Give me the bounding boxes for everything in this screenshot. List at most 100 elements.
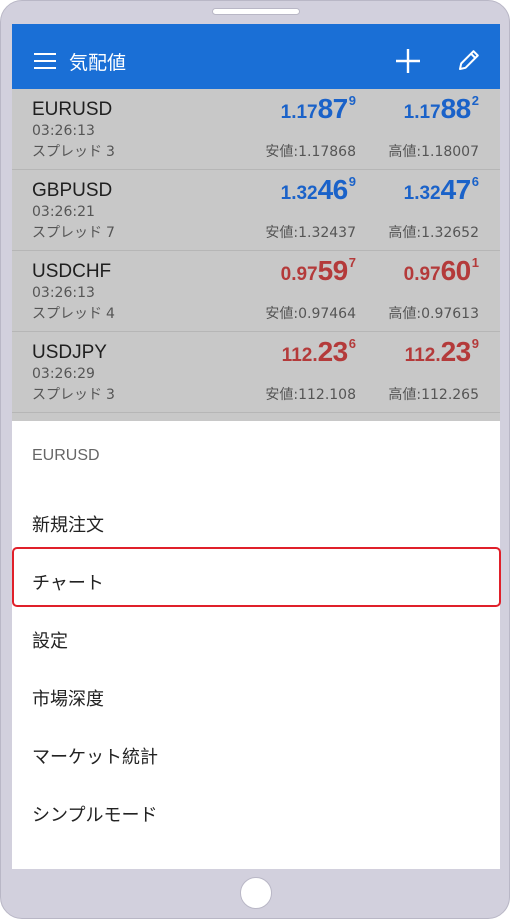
menu-item-chart[interactable]: チャート	[12, 551, 500, 609]
menu-item-label: シンプルモード	[32, 805, 158, 826]
bid-price-prefix: 0.97	[280, 264, 318, 285]
menu-item-market-statistics[interactable]: マーケット統計	[12, 725, 500, 783]
quote-row-eurusd[interactable]: EURUSD 03:26:13 スプレッド 3 1.17879 1.17882 安値:1.1…	[12, 89, 500, 170]
app-bar: 気配値	[12, 24, 500, 89]
ask-price-pips: 23	[440, 336, 472, 367]
menu-item-simple-mode[interactable]: シンプルモード	[12, 783, 500, 841]
low-price: 安値:1.32437	[265, 222, 356, 242]
ask-price[interactable]: 1.32476	[404, 174, 479, 206]
high-value: 1.32652	[421, 225, 479, 241]
menu-item-settings[interactable]: 設定	[12, 609, 500, 667]
spread-value: 3	[106, 144, 115, 160]
context-menu-header: EURUSD	[32, 447, 100, 464]
bid-price-prefix: 1.32	[280, 183, 318, 204]
bid-price-prefix: 1.17	[280, 102, 318, 123]
high-label: 高値:	[388, 144, 422, 160]
bid-price-point: 6	[348, 336, 356, 351]
home-button[interactable]	[240, 877, 272, 909]
high-label: 高値:	[388, 225, 422, 241]
symbol-name: USDCHF	[32, 261, 112, 282]
ask-price-pips: 88	[440, 93, 472, 124]
ask-price-pips: 60	[440, 255, 472, 286]
spread-value: 7	[106, 225, 115, 241]
menu-item-label: チャート	[32, 573, 104, 594]
ask-price-prefix: 0.97	[403, 264, 441, 285]
low-label: 安値:	[265, 225, 299, 241]
ask-price-prefix: 112.	[404, 345, 441, 366]
low-price: 安値:112.108	[265, 384, 356, 404]
plus-icon[interactable]	[395, 48, 421, 74]
spread-value: 4	[106, 306, 115, 322]
low-label: 安値:	[265, 387, 299, 403]
high-price: 高値:112.265	[388, 384, 479, 404]
bid-price-point: 9	[348, 174, 356, 189]
bid-price[interactable]: 0.97597	[281, 255, 356, 287]
bid-price[interactable]: 1.32469	[281, 174, 356, 206]
menu-item-label: 新規注文	[32, 515, 104, 536]
menu-item-new-order[interactable]: 新規注文	[12, 493, 500, 551]
bid-price-point: 7	[348, 255, 356, 270]
ask-price-prefix: 1.32	[403, 183, 441, 204]
pencil-icon[interactable]	[457, 48, 481, 72]
quote-time: 03:26:13	[32, 123, 95, 139]
page-title: 気配値	[69, 52, 127, 74]
spread-text: スプレッド 7	[32, 222, 115, 242]
high-value: 1.18007	[421, 144, 479, 160]
spread-label: スプレッド	[32, 387, 102, 403]
low-label: 安値:	[265, 306, 299, 322]
quote-row-gbpusd[interactable]: GBPUSD 03:26:21 スプレッド 7 1.32469 1.32476 安値:1.3…	[12, 170, 500, 251]
bid-price-pips: 46	[317, 174, 349, 205]
ask-price-point: 6	[471, 174, 479, 189]
ask-price[interactable]: 0.97601	[404, 255, 479, 287]
bid-price[interactable]: 112.236	[282, 336, 356, 368]
high-value: 0.97613	[421, 306, 479, 322]
bid-price-pips: 87	[317, 93, 349, 124]
menu-item-label: 設定	[32, 631, 68, 652]
quote-row-usdchf[interactable]: USDCHF 03:26:13 スプレッド 4 0.97597 0.97601 安値:0.9…	[12, 251, 500, 332]
hamburger-menu-icon[interactable]	[34, 53, 56, 69]
ask-price[interactable]: 112.239	[405, 336, 479, 368]
quote-time: 03:26:13	[32, 285, 95, 301]
bid-price[interactable]: 1.17879	[281, 93, 356, 125]
spread-value: 3	[106, 387, 115, 403]
spread-label: スプレッド	[32, 225, 102, 241]
low-value: 112.108	[298, 387, 356, 403]
low-value: 1.32437	[298, 225, 356, 241]
high-label: 高値:	[388, 387, 422, 403]
spread-label: スプレッド	[32, 306, 102, 322]
spread-text: スプレッド 3	[32, 141, 115, 161]
symbol-name: GBPUSD	[32, 180, 113, 201]
low-price: 安値:0.97464	[265, 303, 356, 323]
context-menu: EURUSD 新規注文 チャート 設定 市場深度 マーケット統計 シンプルモード	[12, 421, 500, 869]
high-price: 高値:1.32652	[388, 222, 479, 242]
ask-price-point: 2	[471, 93, 479, 108]
high-price: 高値:1.18007	[388, 141, 479, 161]
bid-price-pips: 23	[317, 336, 349, 367]
spread-text: スプレッド 3	[32, 384, 115, 404]
spread-text: スプレッド 4	[32, 303, 115, 323]
bid-price-point: 9	[348, 93, 356, 108]
menu-item-label: マーケット統計	[32, 747, 158, 768]
high-label: 高値:	[388, 306, 422, 322]
ask-price-prefix: 1.17	[403, 102, 441, 123]
spread-label: スプレッド	[32, 144, 102, 160]
phone-speaker	[212, 8, 300, 15]
ask-price-pips: 47	[440, 174, 472, 205]
bid-price-pips: 59	[317, 255, 349, 286]
low-value: 0.97464	[298, 306, 356, 322]
quote-time: 03:26:21	[32, 204, 95, 220]
quote-list: EURUSD 03:26:13 スプレッド 3 1.17879 1.17882 安値:1.1…	[12, 89, 500, 421]
menu-item-market-depth[interactable]: 市場深度	[12, 667, 500, 725]
bid-price-prefix: 112.	[281, 345, 318, 366]
symbol-name: USDJPY	[32, 342, 107, 363]
quote-row-usdjpy[interactable]: USDJPY 03:26:29 スプレッド 3 112.236 112.239 安値:112…	[12, 332, 500, 413]
low-value: 1.17868	[298, 144, 356, 160]
ask-price-point: 1	[471, 255, 479, 270]
ask-price[interactable]: 1.17882	[404, 93, 479, 125]
app-screen: 気配値 EURUSD 03:26:13 スプレッド 3 1.17879 1.17882 安値…	[12, 24, 500, 869]
high-price: 高値:0.97613	[388, 303, 479, 323]
low-label: 安値:	[265, 144, 299, 160]
quote-time: 03:26:29	[32, 366, 95, 382]
symbol-name: EURUSD	[32, 99, 113, 120]
menu-item-label: 市場深度	[32, 689, 104, 710]
